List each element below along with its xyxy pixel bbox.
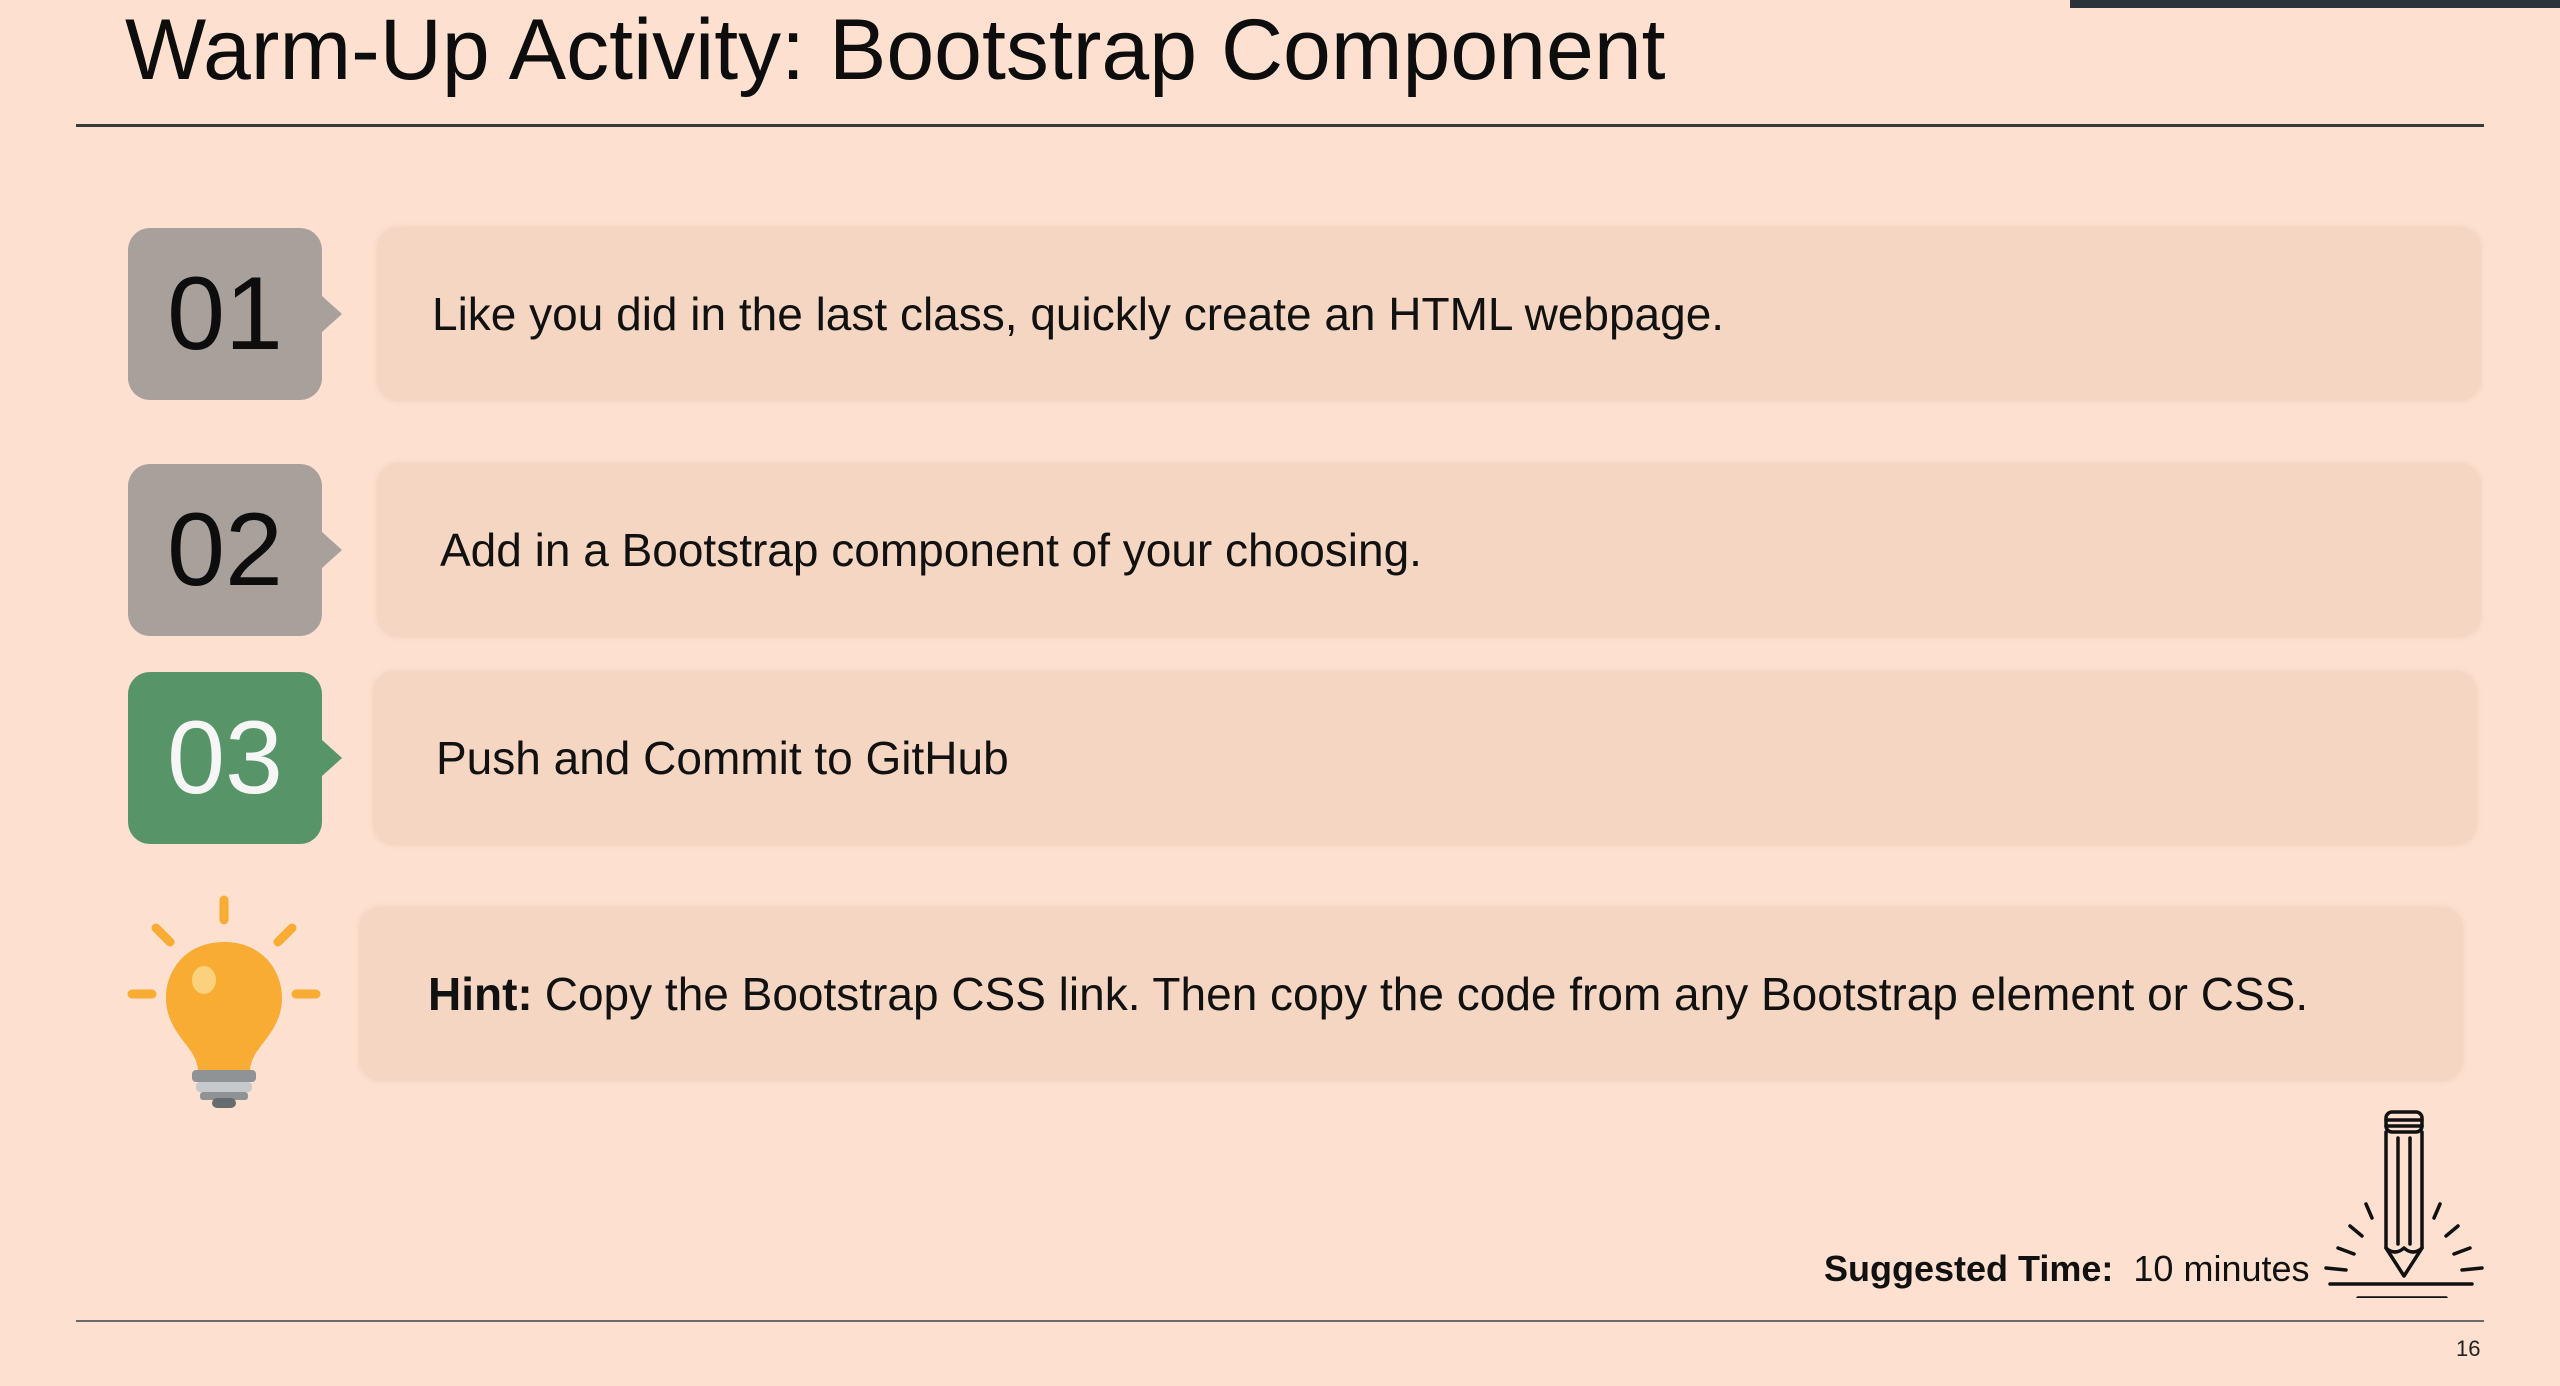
title-divider [76,124,2484,127]
hint-text: Copy the Bootstrap CSS link. Then copy t… [544,968,2309,1020]
overlay-bar [2070,0,2560,8]
footer-divider [76,1320,2484,1322]
hint-box: Hint: Copy the Bootstrap CSS link. Then … [360,908,2462,1080]
step-number-1: 01 [128,228,342,400]
slide-title: Warm-Up Activity: Bootstrap Component [125,2,1666,98]
step-text-3: Push and Commit to GitHub [374,672,2476,844]
page-number: 16 [2456,1336,2481,1361]
suggested-time-label: Suggested Time: [1824,1248,2114,1289]
hint-label: Hint: [428,968,533,1020]
step-text-2: Add in a Bootstrap component of your cho… [378,464,2480,636]
step-number-3: 03 [128,672,342,844]
step-text-1: Like you did in the last class, quickly … [378,228,2480,400]
lightbulb-icon [127,895,321,1108]
slide: Warm-Up Activity: Bootstrap Component 01… [0,0,2560,1386]
suggested-time-value: 10 minutes [2133,1248,2310,1289]
step-number-2: 02 [128,464,342,636]
suggested-time: Suggested Time: 10 minutes [1824,1248,2310,1290]
pencil-icon [2324,1110,2484,1298]
